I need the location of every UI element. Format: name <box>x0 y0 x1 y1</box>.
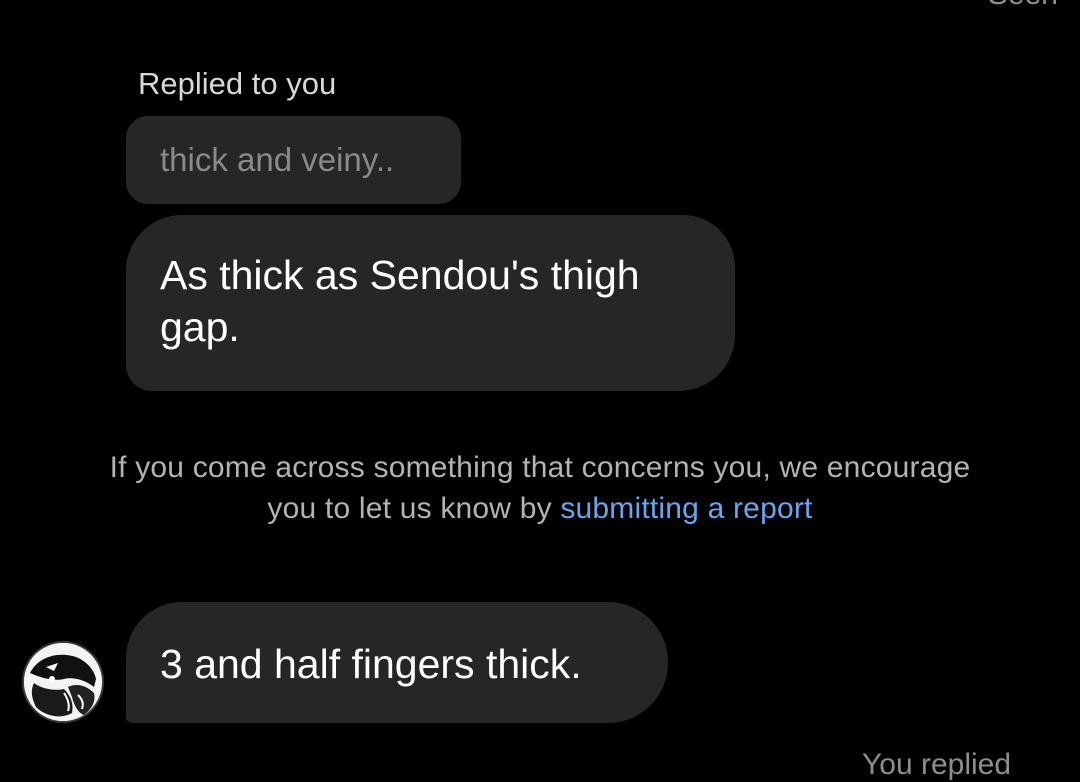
safety-notice-text: If you come across something that concer… <box>109 451 971 525</box>
manga-character-avatar-icon <box>24 643 102 721</box>
safety-notice: If you come across something that concer… <box>100 447 980 529</box>
seen-status: Seen <box>988 0 1058 12</box>
message-text-2: 3 and half fingers thick. <box>160 641 582 687</box>
sender-avatar[interactable] <box>22 641 104 723</box>
message-bubble-1[interactable]: As thick as Sendou's thigh gap. <box>126 215 735 391</box>
message-bubble-2[interactable]: 3 and half fingers thick. <box>126 602 668 723</box>
you-replied-status: You replied <box>862 748 1012 781</box>
message-text-1: As thick as Sendou's thigh gap. <box>160 252 640 350</box>
quoted-message-text: thick and veiny.. <box>160 141 395 178</box>
replied-to-you-label: Replied to you <box>138 66 337 101</box>
quoted-message-bubble[interactable]: thick and veiny.. <box>126 116 461 204</box>
submit-report-link[interactable]: submitting a report <box>560 492 812 525</box>
